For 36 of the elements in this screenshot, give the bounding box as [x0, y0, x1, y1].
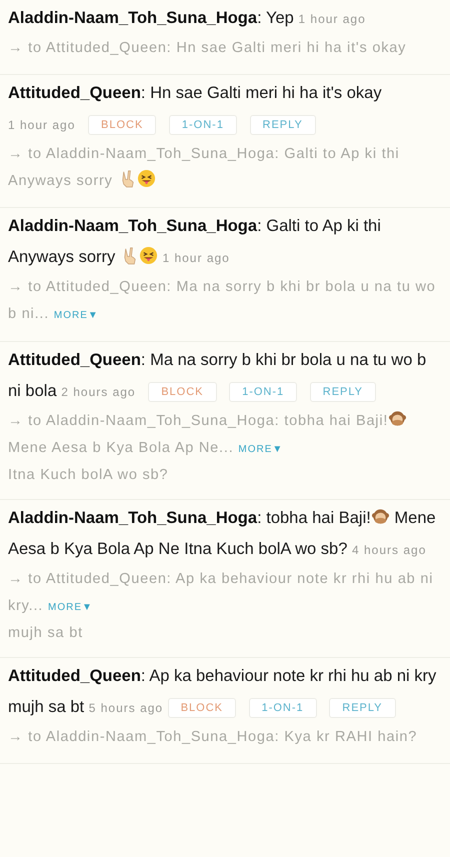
timestamp: 1 hour ago	[8, 118, 76, 132]
timestamp: 1 hour ago	[298, 12, 366, 26]
action-button[interactable]: BLOCK	[148, 382, 216, 402]
reply-preview: → to Aladdin-Naam_Toh_Suna_Hoga: Galti to Ap ki thi Anyways sorry	[8, 145, 400, 191]
action-button[interactable]: BLOCK	[168, 698, 236, 718]
message-text: Aladdin-Naam_Toh_Suna_Hoga: Yep 1 hour ago	[8, 8, 367, 29]
action-button[interactable]: 1-ON-1	[229, 382, 298, 402]
tongue-face-icon	[138, 246, 158, 265]
message-text: Attituded_Queen: Ma na sorry b khi br bola u na tu wo b ni bola 2 hours ago BLOCK 1-ON-1 REPLY	[8, 350, 428, 404]
timestamp: 5 hours ago	[88, 701, 164, 715]
timestamp: 2 hours ago	[61, 385, 136, 399]
action-button[interactable]: BLOCK	[88, 115, 156, 135]
reply-preview: → to Aladdin-Naam_Toh_Suna_Hoga: tobha hai Baji! Mene Aesa b Kya Bola Ap Ne... MORE▼	[8, 408, 442, 463]
action-button[interactable]: REPLY	[250, 115, 316, 135]
reply-preview: mujh sa bt	[8, 624, 84, 643]
action-button[interactable]: REPLY	[329, 698, 396, 718]
timestamp: 1 hour ago	[162, 251, 230, 265]
reply-preview: → to Attituded_Queen: Hn sae Galti meri hi ha it's okay	[8, 39, 408, 58]
monkey-icon	[388, 409, 408, 428]
more-link[interactable]: MORE▼	[238, 444, 284, 455]
action-button[interactable]: 1-ON-1	[248, 698, 317, 718]
reply-preview: Itna Kuch bolA wo sb?	[8, 466, 170, 485]
action-button[interactable]: REPLY	[310, 382, 376, 402]
message-text: Aladdin-Naam_Toh_Suna_Hoga: Galti to Ap ki thi Anyways sorry 1 hour ago	[8, 216, 382, 268]
more-link[interactable]: MORE▼	[48, 602, 93, 613]
reply-preview: → to Aladdin-Naam_Toh_Suna_Hoga: Kya kr RAHI hain?	[8, 728, 418, 747]
more-link[interactable]: MORE▼	[54, 310, 99, 321]
message-text: Attituded_Queen: Hn sae Galti meri hi ha it's okay 1 hour ago BLOCK 1-ON-1 REPLY	[8, 78, 442, 141]
monkey-icon	[370, 507, 390, 526]
tongue-face-icon	[136, 169, 156, 188]
reply-preview: → to Attituded_Queen: Ap ka behaviour note kr rhi hu ab ni kry... MORE▼	[8, 570, 434, 616]
action-button[interactable]: 1-ON-1	[168, 115, 237, 135]
reply-preview: → to Attituded_Queen: Ma na sorry b khi br bola u na tu wo b ni... MORE▼	[8, 278, 437, 324]
message-text: Attituded_Queen: Ap ka behaviour note kr rhi hu ab ni kry mujh sa bt 5 hours ago BLOCK 1-ON-1 REPLY	[8, 666, 438, 720]
timestamp: 4 hours ago	[352, 543, 426, 557]
message-text: Aladdin-Naam_Toh_Suna_Hoga: tobha hai Baji! Mene Aesa b Kya Bola Ap Ne Itna Kuch bolA wo sb? 4 hours ago	[8, 506, 437, 560]
